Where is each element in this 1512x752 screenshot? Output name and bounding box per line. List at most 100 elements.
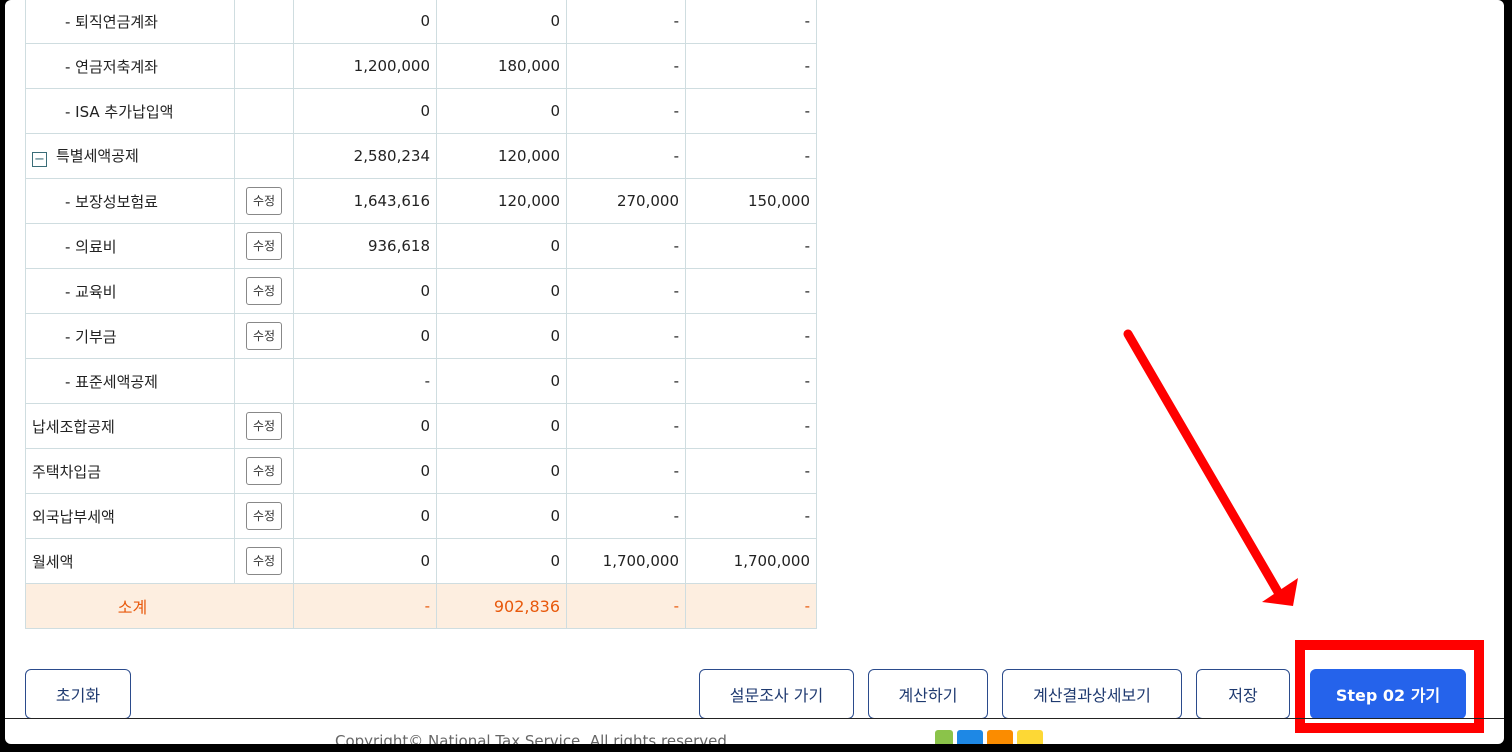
row-label: − 특별세액공제	[25, 133, 235, 179]
value-cell: 0	[436, 0, 567, 44]
row-label-text: 납세조합공제	[32, 417, 115, 436]
save-button[interactable]: 저장	[1196, 669, 1290, 719]
value-cell: 120,000	[436, 133, 567, 179]
table-row: - 기부금 수정 0 0- -	[25, 313, 817, 359]
row-label: - 기부금	[25, 313, 235, 359]
deduction-table-wrap: - 퇴직연금계좌 0 0- - - 연금저축계좌 1,200,000 180,000- - - …	[25, 0, 817, 629]
row-label-text: - 기부금	[65, 327, 117, 346]
highlight-box	[1295, 640, 1484, 733]
value-cell: 0	[436, 268, 567, 314]
subtotal-value: 902,836	[436, 583, 567, 629]
value-cell: 180,000	[436, 43, 567, 89]
value-cell: -	[685, 223, 817, 269]
value-cell: -	[685, 88, 817, 134]
logo-icon	[987, 730, 1013, 744]
value-cell: -	[566, 358, 686, 404]
row-label: - 연금저축계좌	[25, 43, 235, 89]
row-label: - ISA 추가납입액	[25, 88, 235, 134]
value-cell: 936,618	[293, 223, 437, 269]
logo-icon	[1017, 730, 1043, 744]
edit-cell: 수정	[234, 403, 294, 449]
row-label: - 교육비	[25, 268, 235, 314]
value-cell: -	[685, 448, 817, 494]
value-cell: -	[685, 358, 817, 404]
value-cell: -	[685, 403, 817, 449]
edit-cell	[234, 0, 294, 44]
row-label-text: 특별세액공제	[56, 147, 139, 165]
edit-cell: 수정	[234, 178, 294, 224]
table-row: 월세액 수정 0 0 1,700,000 1,700,000	[25, 538, 817, 584]
row-label: 외국납부세액	[25, 493, 235, 539]
value-cell: 270,000	[566, 178, 686, 224]
value-cell: 0	[436, 403, 567, 449]
edit-button[interactable]: 수정	[246, 457, 282, 485]
value-cell: -	[685, 493, 817, 539]
value-cell: 1,643,616	[293, 178, 437, 224]
edit-button[interactable]: 수정	[246, 187, 282, 215]
value-cell: -	[566, 448, 686, 494]
value-cell: -	[685, 0, 817, 44]
table-row: 외국납부세액 수정 0 0- -	[25, 493, 817, 539]
edit-cell: 수정	[234, 538, 294, 584]
row-label: 납세조합공제	[25, 403, 235, 449]
footer-logos	[935, 730, 1043, 744]
row-label-text: - 보장성보험료	[65, 192, 158, 211]
table-row: - 교육비 수정 0 0- -	[25, 268, 817, 314]
row-label: - 보장성보험료	[25, 178, 235, 224]
subtotal-value: -	[685, 583, 817, 629]
edit-button[interactable]: 수정	[246, 277, 282, 305]
value-cell: 0	[293, 0, 437, 44]
edit-button[interactable]: 수정	[246, 232, 282, 260]
row-label-text: 월세액	[32, 552, 74, 571]
table-row: - 퇴직연금계좌 0 0- -	[25, 0, 817, 44]
value-cell: 0	[293, 313, 437, 359]
page-frame: - 퇴직연금계좌 0 0- - - 연금저축계좌 1,200,000 180,000- - - …	[5, 0, 1504, 744]
collapse-icon[interactable]: −	[32, 152, 47, 167]
subtotal-value: -	[293, 583, 437, 629]
result-detail-button[interactable]: 계산결과상세보기	[1002, 669, 1182, 719]
value-cell: -	[685, 313, 817, 359]
value-cell: 0	[293, 538, 437, 584]
row-label: 월세액	[25, 538, 235, 584]
value-cell: -	[566, 88, 686, 134]
calculate-button[interactable]: 계산하기	[868, 669, 988, 719]
value-cell: 150,000	[685, 178, 817, 224]
value-cell: 0	[293, 448, 437, 494]
value-cell: 0	[293, 493, 437, 539]
edit-button[interactable]: 수정	[246, 502, 282, 530]
value-cell: -	[566, 493, 686, 539]
value-cell: -	[566, 313, 686, 359]
row-label: 주택차입금	[25, 448, 235, 494]
edit-button[interactable]: 수정	[246, 412, 282, 440]
table-row: − 특별세액공제 2,580,234 120,000- -	[25, 133, 817, 179]
value-cell: -	[685, 268, 817, 314]
edit-cell: 수정	[234, 493, 294, 539]
logo-icon	[935, 730, 953, 744]
value-cell: -	[566, 403, 686, 449]
edit-cell: 수정	[234, 268, 294, 314]
row-label-text: 주택차입금	[32, 462, 102, 481]
value-cell: -	[685, 43, 817, 89]
table-row: 주택차입금 수정 0 0- -	[25, 448, 817, 494]
edit-cell	[234, 358, 294, 404]
edit-button[interactable]: 수정	[246, 547, 282, 575]
survey-button[interactable]: 설문조사 가기	[699, 669, 854, 719]
table-row: - 보장성보험료 수정 1,643,616 120,000 270,000 150,000	[25, 178, 817, 224]
value-cell: 0	[436, 538, 567, 584]
reset-button[interactable]: 초기화	[25, 669, 131, 719]
value-cell: 1,700,000	[685, 538, 817, 584]
value-cell: 0	[293, 88, 437, 134]
table-row: 납세조합공제 수정 0 0- -	[25, 403, 817, 449]
row-label-text: - ISA 추가납입액	[65, 102, 174, 121]
table-row: - 표준세액공제 -0- -	[25, 358, 817, 404]
value-cell: 1,200,000	[293, 43, 437, 89]
value-cell: 120,000	[436, 178, 567, 224]
value-cell: -	[566, 43, 686, 89]
subtotal-label: 소계	[25, 583, 294, 629]
value-cell: 0	[436, 313, 567, 359]
edit-button[interactable]: 수정	[246, 322, 282, 350]
row-label-text: - 의료비	[65, 237, 117, 256]
value-cell: 0	[436, 358, 567, 404]
value-cell: 0	[293, 403, 437, 449]
table-row: - ISA 추가납입액 0 0- -	[25, 88, 817, 134]
